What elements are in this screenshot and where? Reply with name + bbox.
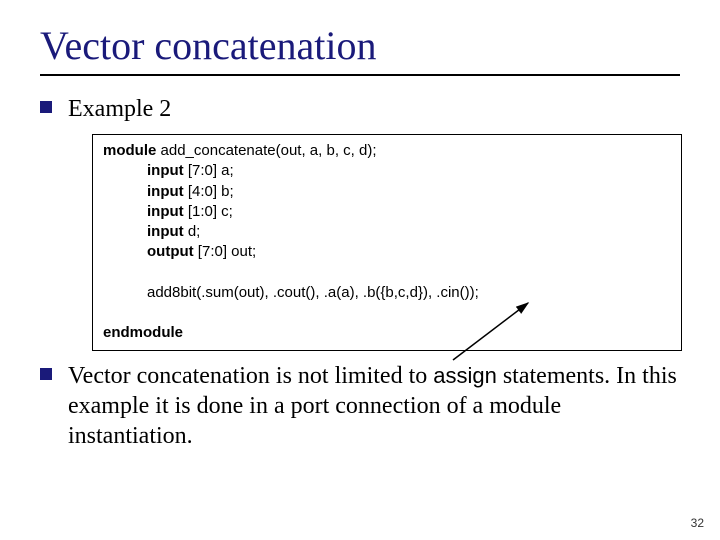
code-blank-2	[103, 303, 671, 323]
code-line-input-b: input [4:0] b;	[103, 182, 671, 202]
bullet-list: Example 2	[40, 94, 680, 124]
bullet-list-2: Vector concatenation is not limited to a…	[40, 361, 680, 451]
code-line-input-d: input d;	[103, 222, 671, 242]
code-inline-assign: assign	[433, 363, 497, 388]
code-line-endmodule: endmodule	[103, 323, 671, 343]
code-line-output: output [7:0] out;	[103, 242, 671, 262]
code-line-input-c: input [1:0] c;	[103, 202, 671, 222]
bullet-explanation: Vector concatenation is not limited to a…	[40, 361, 680, 451]
kw-input-b: input	[147, 183, 184, 200]
code-line-input-a: input [7:0] a;	[103, 161, 671, 181]
kw-module: module	[103, 142, 156, 159]
kw-input-d: input	[147, 223, 184, 240]
mod-decl: add_concatenate(out, a, b, c, d);	[156, 142, 376, 159]
slide: Vector concatenation Example 2 module ad…	[0, 0, 720, 540]
code-line-instantiation: add8bit(.sum(out), .cout(), .a(a), .b({b…	[103, 283, 671, 303]
bullet-example: Example 2	[40, 94, 680, 124]
decl-c: [1:0] c;	[184, 203, 233, 220]
decl-b: [4:0] b;	[184, 183, 234, 200]
code-box: module add_concatenate(out, a, b, c, d);…	[92, 134, 682, 351]
kw-input-a: input	[147, 162, 184, 179]
decl-out: [7:0] out;	[194, 243, 257, 260]
inst-line: add8bit(.sum(out), .cout(), .a(a), .b({b…	[103, 283, 479, 303]
kw-output: output	[147, 243, 194, 260]
decl-d: d;	[184, 223, 201, 240]
page-number: 32	[691, 516, 704, 530]
decl-a: [7:0] a;	[184, 162, 234, 179]
kw-input-c: input	[147, 203, 184, 220]
kw-endmodule: endmodule	[103, 324, 183, 341]
title-underline	[40, 74, 680, 76]
code-blank-1	[103, 263, 671, 283]
explain-1: Vector concatenation is not limited to	[68, 363, 433, 389]
code-line-module: module add_concatenate(out, a, b, c, d);	[103, 141, 671, 161]
slide-title: Vector concatenation	[40, 24, 680, 68]
